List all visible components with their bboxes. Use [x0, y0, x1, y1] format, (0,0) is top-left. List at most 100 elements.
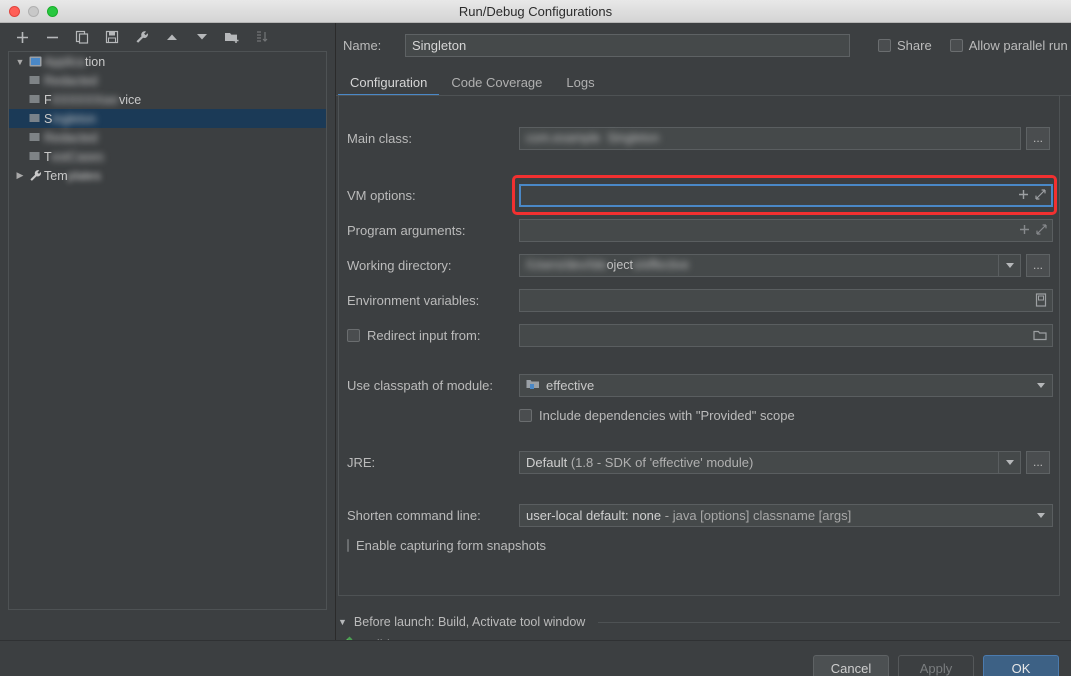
shorten-command-line-select[interactable]: user-local default: none - java [options… — [519, 503, 1053, 527]
shorten-command-line-dropdown-arrow[interactable] — [1030, 505, 1052, 526]
folder-icon[interactable] — [1033, 325, 1047, 346]
save-configuration-button[interactable] — [102, 27, 122, 47]
list-browse-icon[interactable] — [1035, 290, 1047, 311]
apply-button[interactable]: Apply — [898, 655, 974, 676]
name-input[interactable] — [405, 33, 850, 57]
form-snapshots-checkbox[interactable] — [347, 538, 349, 552]
jre-browse-button[interactable]: ... — [1026, 450, 1050, 474]
tree-node-item-selected[interactable]: Singleton — [9, 109, 326, 128]
name-row: Name: Share Allow parallel run — [336, 32, 1071, 58]
jre-value-default: Default — [526, 454, 568, 470]
allow-parallel-run-label: Allow parallel run — [968, 37, 1068, 53]
form-snapshots-wrapper[interactable]: Enable capturing form snapshots — [339, 538, 546, 553]
jre-select[interactable]: Default (1.8 - SDK of 'effective' module… — [519, 450, 1021, 474]
form-snapshots-row: Enable capturing form snapshots — [339, 532, 1061, 558]
include-provided-label: Include dependencies with "Provided" sco… — [539, 407, 795, 423]
configurations-tree[interactable]: ▼ Application Redacted FXXXXXXservice Si… — [8, 51, 327, 610]
expand-icon[interactable] — [1036, 220, 1047, 241]
program-arguments-label: Program arguments: — [347, 222, 466, 238]
configuration-panel: Name: Share Allow parallel run Configura… — [336, 23, 1071, 652]
plus-icon[interactable] — [1019, 220, 1030, 241]
module-icon — [526, 375, 540, 396]
environment-variables-input[interactable] — [519, 288, 1053, 312]
redirect-input-field[interactable] — [519, 323, 1053, 347]
working-directory-browse-button[interactable]: ... — [1026, 253, 1050, 277]
tree-node-application[interactable]: ▼ Application — [9, 52, 326, 71]
main-class-label: Main class: — [347, 130, 413, 146]
expand-icon[interactable] — [1035, 185, 1046, 206]
move-up-button[interactable] — [162, 27, 182, 47]
dialog-footer: Cancel Apply OK — [0, 640, 1071, 676]
share-checkbox[interactable] — [878, 38, 891, 52]
working-directory-dropdown-arrow[interactable] — [998, 254, 1020, 276]
jre-value-detail: (1.8 - SDK of 'effective' module) — [570, 454, 754, 470]
before-launch-triangle-icon[interactable]: ▼ — [338, 617, 347, 627]
tree-node-label: FXXXXXXservice — [44, 92, 142, 107]
tab-configuration[interactable]: Configuration — [338, 75, 440, 97]
expand-triangle-icon[interactable]: ▼ — [13, 57, 27, 67]
run-config-icon — [27, 151, 44, 162]
tab-code-coverage[interactable]: Code Coverage — [439, 75, 554, 96]
vm-options-field-icons — [1018, 186, 1046, 205]
tab-logs[interactable]: Logs — [554, 75, 606, 96]
classpath-module-label: Use classpath of module: — [347, 377, 493, 393]
classpath-module-select[interactable]: effective — [519, 373, 1053, 397]
shorten-value-detail: - java [options] classname [args] — [664, 507, 852, 523]
tree-node-item[interactable]: TestCases — [9, 147, 326, 166]
add-configuration-button[interactable] — [12, 27, 32, 47]
ok-button[interactable]: OK — [983, 655, 1059, 676]
cancel-button[interactable]: Cancel — [813, 655, 889, 676]
before-launch-header[interactable]: ▼ Before launch: Build, Activate tool wi… — [338, 613, 1060, 631]
share-checkbox-wrapper[interactable]: Share — [878, 38, 932, 53]
new-folder-button[interactable] — [222, 27, 242, 47]
maximize-button[interactable] — [47, 6, 58, 17]
allow-parallel-run-checkbox[interactable] — [949, 38, 963, 52]
redirect-input-checkbox[interactable] — [347, 328, 360, 342]
environment-variables-row: Environment variables: — [339, 287, 1061, 313]
classpath-module-dropdown-arrow[interactable] — [1030, 375, 1052, 396]
program-arguments-field-icons — [1019, 220, 1047, 241]
collapse-triangle-icon[interactable]: ▶ — [13, 170, 27, 181]
copy-configuration-button[interactable] — [72, 27, 92, 47]
shorten-command-line-row: Shorten command line: user-local default… — [339, 502, 1061, 528]
redirect-input-label-wrapper[interactable]: Redirect input from: — [339, 328, 519, 343]
close-button[interactable] — [9, 6, 20, 17]
jre-label: JRE: — [347, 454, 376, 470]
jre-dropdown-arrow[interactable] — [998, 451, 1020, 473]
main-class-value-redacted: com.example Singleton — [526, 130, 660, 145]
form-snapshots-label: Enable capturing form snapshots — [356, 537, 547, 553]
main-class-browse-button[interactable]: ... — [1026, 126, 1050, 150]
tree-node-label: TestCases — [44, 149, 104, 164]
environment-variables-label: Environment variables: — [347, 292, 480, 308]
tree-node-templates[interactable]: ▶ Templates — [9, 166, 326, 185]
window-controls — [9, 6, 58, 17]
redirect-input-row: Redirect input from: — [339, 322, 1061, 348]
working-directory-input[interactable]: /Users/dev/Ideojects/effective — [519, 253, 1021, 277]
tree-node-label: Redacted — [44, 73, 98, 88]
include-provided-wrapper[interactable]: Include dependencies with "Provided" sco… — [519, 408, 795, 423]
tree-node-label: Templates — [44, 168, 101, 183]
remove-configuration-button[interactable] — [42, 27, 62, 47]
plus-icon[interactable] — [1018, 185, 1029, 206]
include-provided-checkbox[interactable] — [519, 408, 532, 422]
move-down-button[interactable] — [192, 27, 212, 47]
application-icon — [27, 55, 44, 68]
program-arguments-input[interactable] — [519, 218, 1053, 242]
tree-node-item[interactable]: Redacted — [9, 71, 326, 90]
minimize-button[interactable] — [28, 6, 39, 17]
wrench-icon[interactable] — [132, 27, 152, 47]
sort-configurations-button[interactable] — [252, 27, 272, 47]
vm-options-input[interactable] — [519, 183, 1053, 207]
run-config-icon — [27, 75, 44, 86]
classpath-module-value: effective — [546, 377, 595, 393]
tree-node-label: Redacted — [44, 130, 98, 145]
allow-parallel-run-checkbox-wrapper[interactable]: Allow parallel run — [949, 37, 1068, 53]
run-config-icon — [27, 113, 44, 124]
tree-node-label: Singleton — [44, 111, 97, 126]
dialog-body: ▼ Application Redacted FXXXXXXservice Si… — [0, 23, 1071, 676]
configurations-sidebar: ▼ Application Redacted FXXXXXXservice Si… — [0, 23, 336, 662]
tree-node-item[interactable]: Redacted — [9, 128, 326, 147]
tree-node-item[interactable]: FXXXXXXservice — [9, 90, 326, 109]
main-class-input[interactable]: com.example Singleton — [519, 126, 1021, 150]
shorten-value-main: user-local default: none — [526, 507, 662, 523]
